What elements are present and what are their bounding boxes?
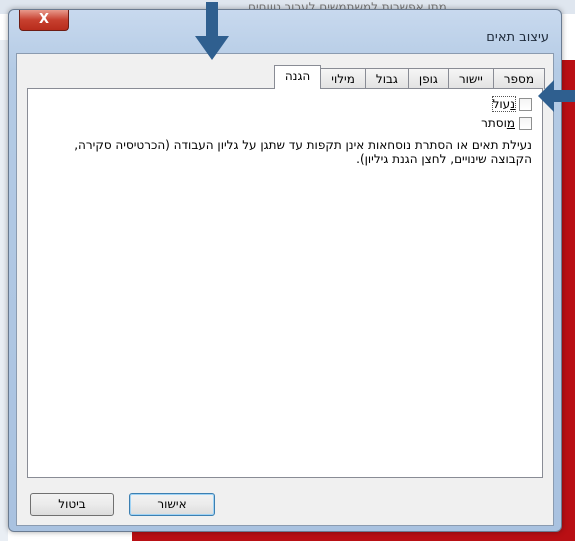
annotation-arrow-left-icon [538,80,575,112]
hidden-label[interactable]: מוסתר [481,116,515,130]
annotation-arrow-down-icon [195,2,229,60]
locked-checkbox[interactable] [519,97,532,111]
protection-description: נעילת תאים או הסתרת נוסחאות אינן תקפות ע… [74,138,532,166]
close-button[interactable]: X [19,10,69,31]
tab-alignment[interactable]: יישור [447,68,494,89]
tab-font[interactable]: גופן [407,68,449,89]
dialog-client-area: מספר יישור גופן גבול מילוי הגנה נעול מוס… [16,53,554,526]
cancel-button[interactable]: ביטול [30,493,114,516]
tab-border[interactable]: גבול [364,68,409,89]
locked-label[interactable]: נעול [491,96,517,112]
dialog-title: עיצוב תאים [486,30,549,45]
ok-button[interactable]: אישור [129,493,215,516]
format-cells-dialog: X עיצוב תאים מספר יישור גופן גבול מילוי … [8,9,562,532]
hidden-checkbox[interactable] [519,116,532,130]
locked-option[interactable]: נעול [491,96,532,112]
protection-panel: נעול מוסתר נעילת תאים או הסתרת נוסחאות א… [27,88,543,478]
tab-strip: מספר יישור גופן גבול מילוי הגנה [273,65,545,89]
background-app-red-right [560,60,575,541]
tab-protection[interactable]: הגנה [273,65,322,89]
background-app-left [0,40,8,541]
tab-fill[interactable]: מילוי [320,68,366,89]
hidden-option[interactable]: מוסתר [481,116,532,130]
